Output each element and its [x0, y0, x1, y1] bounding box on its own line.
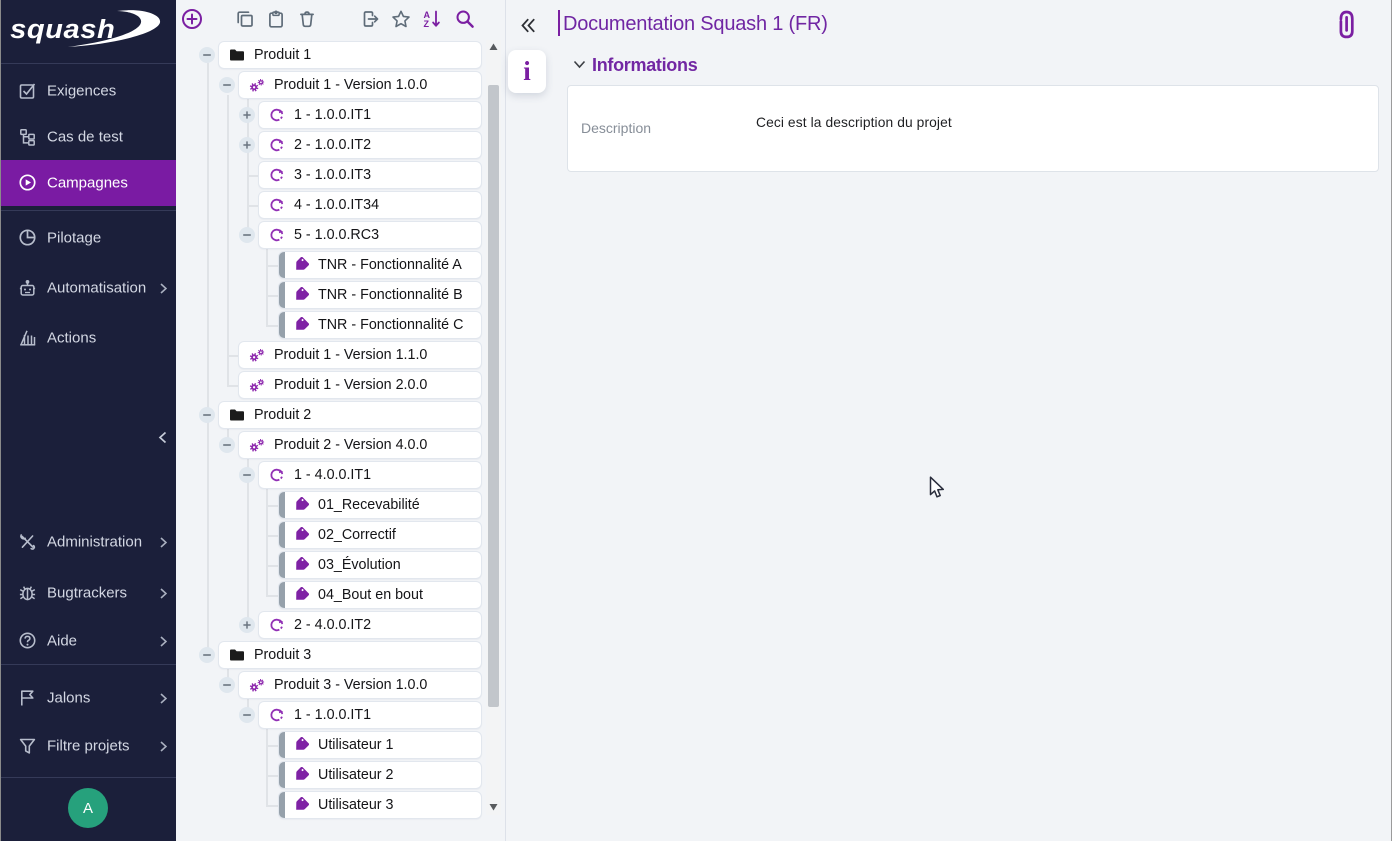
svg-text:squash: squash: [10, 14, 115, 43]
svg-text:Z: Z: [424, 19, 430, 29]
